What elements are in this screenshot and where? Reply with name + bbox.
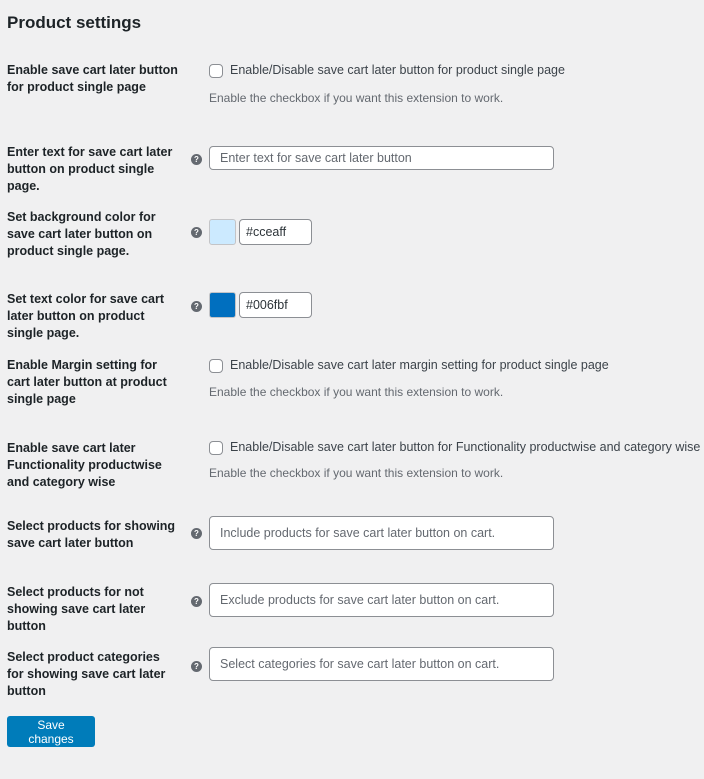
setting-label: Select products for showing save cart la… [7, 519, 176, 550]
setting-label: Set background color for save cart later… [7, 210, 156, 258]
button-text-input[interactable] [209, 146, 554, 170]
setting-label: Enable Margin setting for cart later but… [7, 358, 167, 406]
question-circle-icon[interactable]: ? [191, 301, 202, 312]
margin-checkbox[interactable] [209, 359, 223, 373]
page-title: Product settings [7, 13, 142, 32]
setting-description: Enable the checkbox if you want this ext… [209, 91, 504, 105]
question-circle-icon[interactable]: ? [191, 227, 202, 238]
setting-label: Enter text for save cart later button on… [7, 145, 173, 193]
text-color-swatch[interactable] [209, 292, 236, 318]
checkbox-label[interactable]: Enable/Disable save cart later button fo… [230, 440, 700, 454]
setting-label: Enable save cart later button for produc… [7, 63, 178, 94]
setting-label: Set text color for save cart later butto… [7, 292, 165, 340]
enable-button-checkbox[interactable] [209, 64, 223, 78]
question-circle-icon[interactable]: ? [191, 154, 202, 165]
checkbox-label[interactable]: Enable/Disable save cart later button fo… [230, 63, 565, 77]
question-circle-icon[interactable]: ? [191, 661, 202, 672]
bg-color-input[interactable] [239, 219, 312, 245]
question-circle-icon[interactable]: ? [191, 596, 202, 607]
setting-description: Enable the checkbox if you want this ext… [209, 385, 504, 399]
checkbox-label[interactable]: Enable/Disable save cart later margin se… [230, 358, 609, 372]
include-products-select[interactable] [209, 516, 554, 550]
save-changes-button[interactable]: Save changes [7, 716, 95, 747]
categories-select[interactable] [209, 647, 554, 681]
setting-label: Enable save cart later Functionality pro… [7, 441, 162, 489]
text-color-input[interactable] [239, 292, 312, 318]
setting-label: Select product categories for showing sa… [7, 650, 166, 698]
setting-description: Enable the checkbox if you want this ext… [209, 466, 504, 480]
exclude-products-select[interactable] [209, 583, 554, 617]
bg-color-swatch[interactable] [209, 219, 236, 245]
question-circle-icon[interactable]: ? [191, 528, 202, 539]
productwise-checkbox[interactable] [209, 441, 223, 455]
setting-label: Select products for not showing save car… [7, 585, 146, 633]
